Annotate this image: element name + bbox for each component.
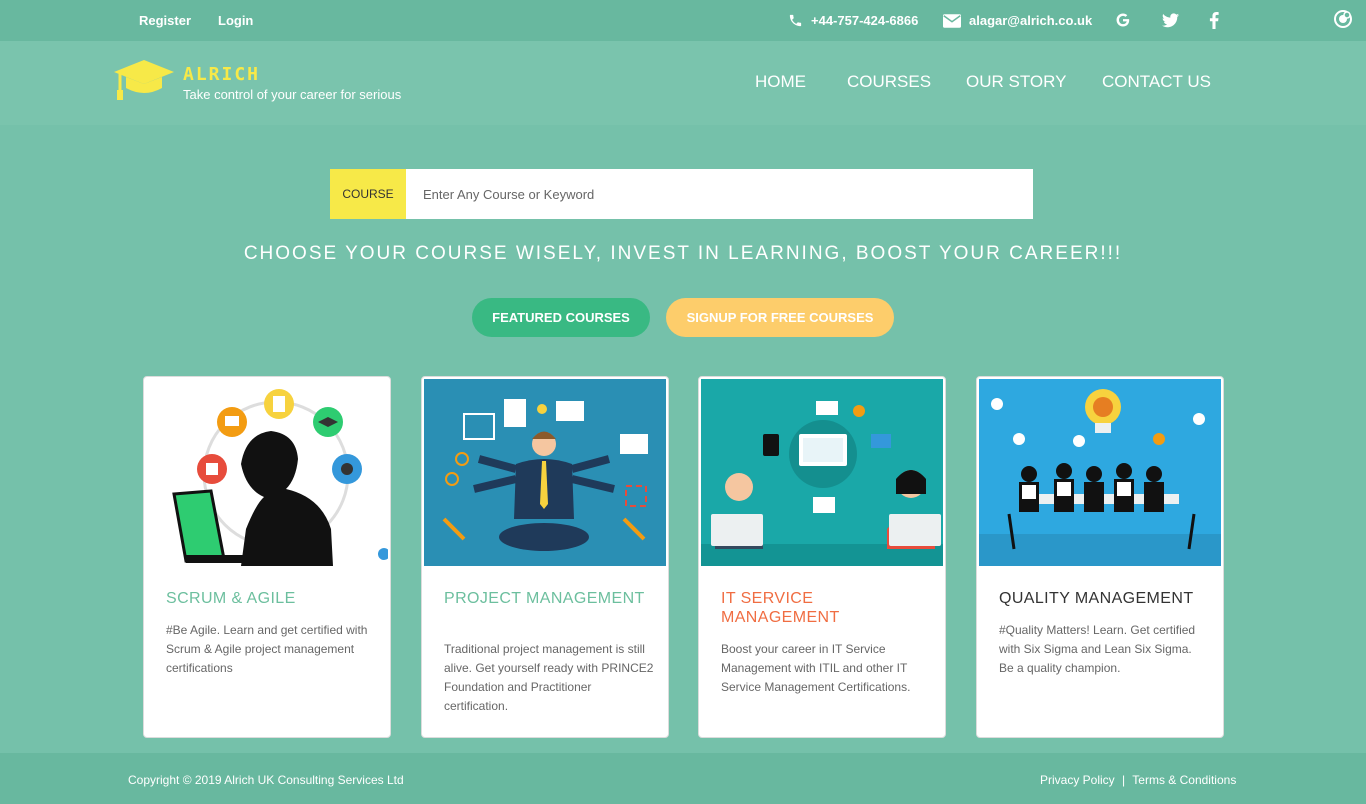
nav-item-courses[interactable]: COURSES	[847, 72, 931, 92]
course-title: SCRUM & AGILE	[166, 590, 296, 607]
phone-number: +44-757-424-6866	[811, 13, 919, 28]
site-footer: Copyright © 2019 Alrich UK Consulting Se…	[0, 753, 1366, 804]
course-description: Traditional project management is still …	[444, 642, 654, 713]
graduation-cap-icon[interactable]	[112, 58, 176, 102]
nav-item-our-story[interactable]: OUR STORY	[966, 72, 1066, 92]
phone-icon	[789, 14, 802, 27]
course-card-quality-management[interactable]: QUALITY MANAGEMENT #Quality Matters! Lea…	[976, 376, 1224, 738]
course-title: IT SERVICE MANAGEMENT	[721, 590, 840, 626]
course-card-project-management[interactable]: PROJECT MANAGEMENT Traditional project m…	[421, 376, 669, 738]
twitter-icon[interactable]	[1160, 10, 1180, 30]
brand-name[interactable]: ALRICH	[183, 64, 260, 85]
course-description: #Be Agile. Learn and get certified with …	[166, 623, 368, 675]
copyright-text: Copyright © 2019 Alrich UK Consulting Se…	[128, 773, 404, 787]
login-link[interactable]: Login	[218, 13, 253, 28]
facebook-icon[interactable]	[1204, 10, 1224, 30]
brand-tagline: Take control of your career for serious	[183, 87, 402, 102]
google-icon[interactable]	[1113, 10, 1133, 30]
course-description: #Quality Matters! Learn. Get certified w…	[999, 623, 1196, 675]
course-card-it-service-management[interactable]: IT SERVICE MANAGEMENT Boost your career …	[698, 376, 946, 738]
project-management-illustration	[424, 379, 666, 566]
privacy-policy-link[interactable]: Privacy Policy	[1040, 773, 1115, 787]
chat-bubble-icon[interactable]	[1333, 9, 1353, 29]
featured-courses-button[interactable]: FEATURED COURSES	[472, 298, 650, 337]
phone-contact[interactable]: +44-757-424-6866	[788, 13, 918, 28]
it-service-management-illustration	[701, 379, 943, 566]
footer-separator: |	[1122, 773, 1126, 787]
course-search-input[interactable]	[406, 169, 1033, 219]
course-title: PROJECT MANAGEMENT	[444, 590, 645, 607]
terms-conditions-link[interactable]: Terms & Conditions	[1132, 773, 1236, 787]
course-search-label: COURSE	[330, 169, 406, 219]
envelope-icon	[943, 13, 961, 28]
nav-item-contact-us[interactable]: CONTACT US	[1102, 72, 1211, 92]
course-card-scrum-agile[interactable]: SCRUM & AGILE #Be Agile. Learn and get c…	[143, 376, 391, 738]
register-link[interactable]: Register	[139, 13, 191, 28]
email-address: alagar@alrich.co.uk	[969, 13, 1093, 28]
course-description: Boost your career in IT Service Manageme…	[721, 642, 911, 694]
course-title: QUALITY MANAGEMENT	[999, 590, 1194, 607]
quality-management-illustration	[979, 379, 1221, 566]
top-bar: Register Login +44-757-424-6866 alagar@a…	[0, 0, 1366, 41]
hero-headline: CHOOSE YOUR COURSE WISELY, INVEST IN LEA…	[243, 243, 1123, 264]
scrum-agile-illustration	[146, 379, 388, 566]
footer-links: Privacy Policy | Terms & Conditions	[1040, 773, 1236, 787]
signup-free-courses-button[interactable]: SIGNUP FOR FREE COURSES	[666, 298, 894, 337]
course-search-bar: COURSE	[330, 169, 1033, 219]
email-contact[interactable]: alagar@alrich.co.uk	[943, 13, 1092, 28]
nav-item-home[interactable]: HOME	[755, 72, 806, 92]
